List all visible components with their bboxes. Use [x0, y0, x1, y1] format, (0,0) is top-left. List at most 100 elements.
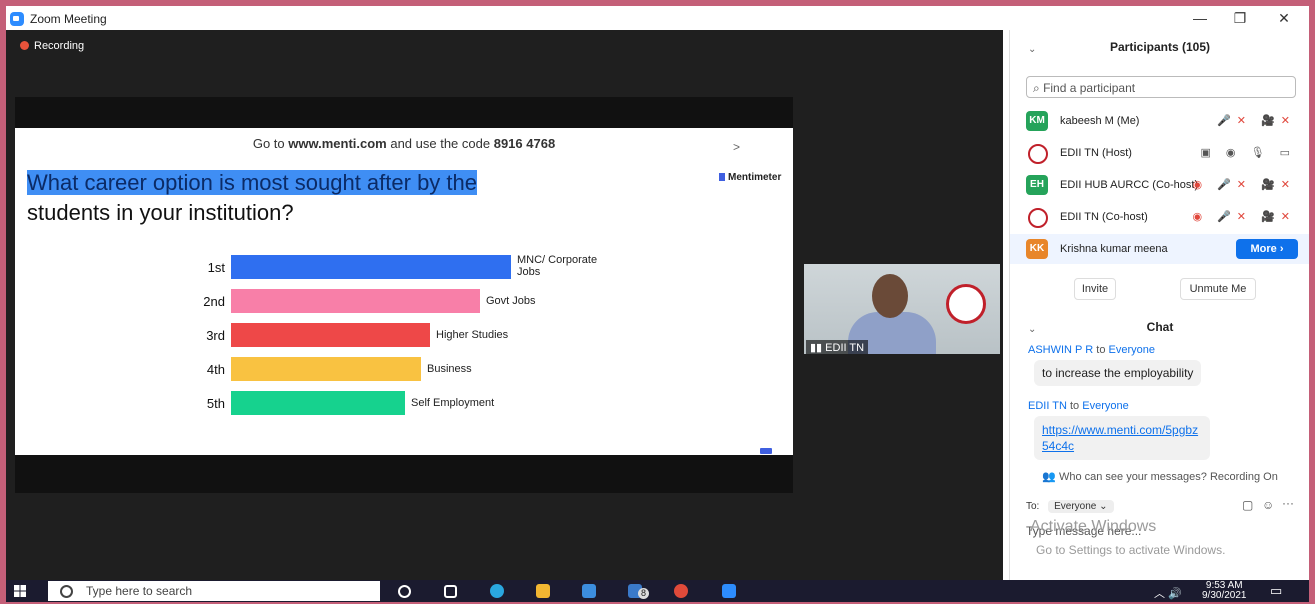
chat-to-word: to: [1096, 344, 1106, 356]
chrome-icon[interactable]: [674, 584, 688, 598]
title-bar: Zoom Meeting — ❐ ✕: [6, 6, 1309, 30]
chat-message: https://www.menti.com/5pgbz54c4c: [1034, 416, 1210, 460]
recipient-dropdown[interactable]: Everyone ⌄: [1048, 500, 1114, 513]
video-name-tag: ▮▮ EDII TN: [806, 340, 869, 354]
chart-bar: [231, 391, 405, 415]
system-tray-icons[interactable]: ︿ 🔊: [1154, 585, 1182, 601]
notifications-icon[interactable]: ▭: [1270, 583, 1282, 599]
audio-video-status-icon: ◉ 🎤✕ 🎥✕: [1192, 179, 1296, 191]
slide-question: What career option is most sought after …: [27, 168, 478, 228]
recipient-name: Everyone: [1082, 400, 1129, 412]
next-arrow-icon: >: [733, 140, 741, 154]
brand-name: Mentimeter: [728, 172, 782, 183]
rank-label: 5th: [206, 396, 225, 411]
windows-taskbar: Type here to search 8 ︿ 🔊 9:53 AM 9/30/2…: [6, 580, 1309, 602]
recording-label: Recording: [34, 40, 85, 52]
activate-windows-watermark: Activate Windows: [1030, 518, 1157, 535]
participant-search-input[interactable]: ⌕ Find a participant: [1026, 76, 1296, 98]
avatar: [1028, 208, 1048, 228]
instruction-site: www.menti.com: [288, 136, 387, 151]
taskbar-search-placeholder: Type here to search: [86, 584, 193, 598]
file-explorer-icon[interactable]: [536, 584, 550, 598]
sender-name: EDII TN: [1028, 400, 1067, 412]
file-icon[interactable]: ▢: [1242, 498, 1253, 512]
participant-row[interactable]: EH EDII HUB AURCC (Co-host) ◉ 🎤✕ 🎥✕: [1010, 170, 1309, 200]
chart-bar: [231, 357, 421, 381]
participant-name: EDII TN (Co-host): [1060, 211, 1148, 223]
minimize-button[interactable]: —: [1186, 8, 1214, 28]
unmute-me-button[interactable]: Unmute Me: [1180, 278, 1256, 300]
bar-label: Higher Studies: [436, 329, 509, 341]
sender-name: ASHWIN P R: [1028, 344, 1094, 356]
avatar: [1028, 144, 1048, 164]
store-icon[interactable]: [582, 584, 596, 598]
participants-title: Participants (105): [1109, 40, 1211, 54]
emoji-icon[interactable]: ☺: [1262, 498, 1274, 512]
taskbar-search[interactable]: Type here to search: [48, 581, 380, 601]
share-bottom-letterbox: [15, 455, 793, 493]
meeting-stage: Recording Go to www.menti.com and use th…: [6, 30, 1003, 580]
chart-bar: [231, 255, 511, 279]
bar-label: Govt Jobs: [486, 295, 536, 307]
video-person-head: [872, 274, 908, 318]
participant-row[interactable]: KK Krishna kumar meena More ›: [1010, 234, 1309, 264]
notification-badge: 8: [638, 588, 649, 599]
close-button[interactable]: ✕: [1270, 8, 1298, 28]
notice-text: Who can see your messages? Recording On: [1058, 471, 1278, 483]
menti-slide: Go to www.menti.com and use the code 891…: [15, 128, 793, 466]
people-icon: 👥: [1042, 471, 1059, 483]
chat-message: to increase the employability: [1034, 360, 1202, 386]
more-button[interactable]: More ›: [1236, 239, 1298, 259]
share-top-letterbox: [15, 97, 793, 128]
participant-row[interactable]: EDII TN (Host) ▣ ◉ 🎙 ▭: [1010, 138, 1309, 168]
question-line-1: What career option is most sought after …: [27, 170, 478, 195]
recipient-name: Everyone: [1108, 344, 1155, 356]
restore-button[interactable]: ❐: [1226, 8, 1254, 28]
taskbar-clock[interactable]: 9:53 AM 9/30/2021: [1202, 581, 1247, 601]
participant-name: EDII TN (Host): [1060, 147, 1132, 159]
chat-visibility-notice[interactable]: 👥 Who can see your messages? Recording O…: [1010, 470, 1309, 483]
instruction-code: 8916 4768: [493, 136, 556, 151]
mentimeter-logo-icon: [719, 173, 725, 181]
cortana-icon[interactable]: [398, 585, 411, 598]
audio-video-status-icon: ▣ ◉ 🎙 ▭: [1200, 147, 1296, 159]
to-label: To:: [1026, 501, 1040, 512]
bar-label: MNC/ Corporate Jobs: [517, 254, 598, 278]
participant-row[interactable]: KM kabeesh M (Me) 🎤✕ 🎥✕: [1010, 106, 1309, 136]
video-tile[interactable]: ▮▮ EDII TN: [804, 264, 1000, 354]
invite-button[interactable]: Invite: [1074, 278, 1116, 300]
search-placeholder: Find a participant: [1043, 81, 1136, 95]
chat-to-word: to: [1069, 400, 1080, 412]
participant-name: Krishna kumar meena: [1060, 243, 1168, 255]
zoom-taskbar-icon[interactable]: [722, 584, 736, 598]
windows-start-icon[interactable]: [14, 585, 26, 597]
instruction-pre: Go to: [252, 136, 289, 151]
audio-video-status-icon: 🎤✕ 🎥✕: [1217, 115, 1296, 127]
zoom-logo-icon: [10, 12, 24, 26]
edge-icon[interactable]: [490, 584, 504, 598]
task-view-icon[interactable]: [444, 585, 457, 598]
participant-name: kabeesh M (Me): [1060, 115, 1140, 127]
more-options-icon[interactable]: ···: [1282, 496, 1294, 510]
rank-label: 2nd: [203, 294, 225, 309]
window-title: Zoom Meeting: [30, 12, 107, 26]
rank-label: 4th: [206, 362, 225, 377]
menti-link[interactable]: https://www.menti.com/5pgbz54c4c: [1042, 423, 1198, 453]
audio-video-status-icon: ◉ 🎤✕ 🎥✕: [1192, 211, 1296, 223]
chat-sender: ASHWIN P R to Everyone: [1028, 344, 1155, 356]
avatar: EH: [1026, 175, 1048, 195]
recording-dot-icon: [20, 41, 29, 50]
search-icon: [60, 585, 73, 598]
side-panel: ⌄ Participants (105) ⌕ Find a participan…: [1009, 30, 1309, 580]
chart-bar: [231, 289, 480, 313]
participant-row[interactable]: EDII TN (Co-host) ◉ 🎤✕ 🎥✕: [1010, 202, 1309, 232]
instruction-mid: and use the code: [386, 136, 494, 151]
rank-label: 1st: [207, 260, 225, 275]
recording-indicator[interactable]: Recording: [20, 40, 84, 52]
clock-date: 9/30/2021: [1202, 590, 1247, 601]
org-logo-icon: [946, 284, 986, 324]
mentimeter-brand: Mentimeter: [719, 172, 781, 183]
avatar: KM: [1026, 111, 1048, 131]
participant-name: EDII HUB AURCC (Co-host): [1060, 179, 1199, 191]
chat-sender: EDII TN to Everyone: [1028, 400, 1129, 412]
